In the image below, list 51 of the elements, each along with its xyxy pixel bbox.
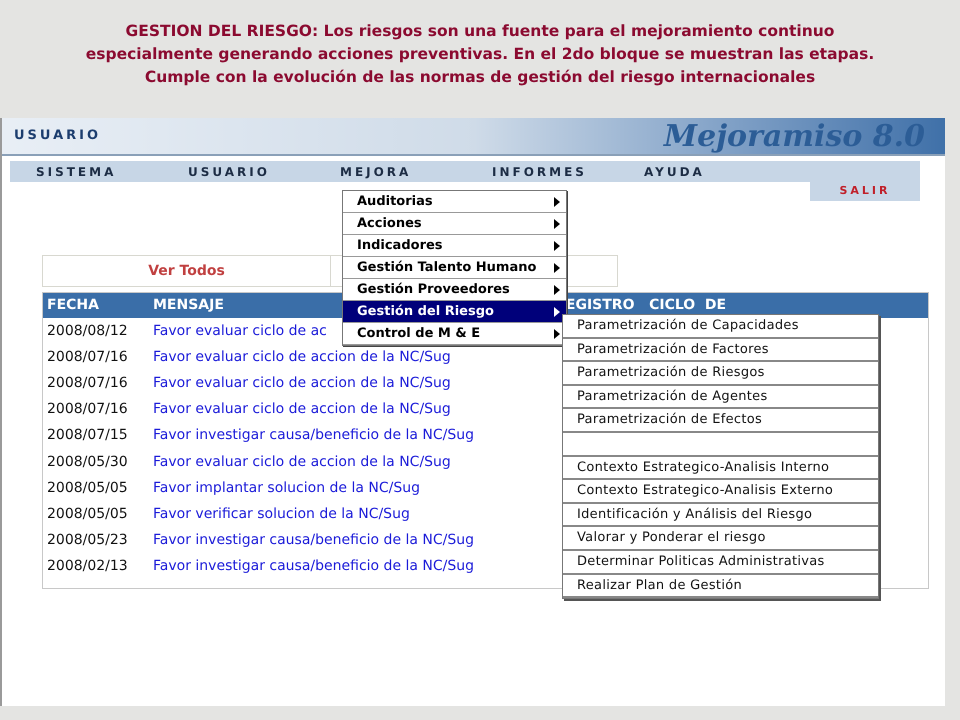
date-cell-text: 2008/05/30 bbox=[46, 452, 129, 472]
message-link[interactable]: Favor investigar causa/beneficio de la NC/Sug bbox=[153, 530, 474, 552]
column-header: MENSAJE bbox=[153, 296, 224, 315]
submenu-arrow-icon bbox=[554, 306, 560, 316]
menu-bar-item[interactable]: USUARIO bbox=[162, 162, 314, 180]
submenu-item[interactable]: Valorar y Ponderar el riesgo bbox=[563, 527, 878, 551]
column-header: EGISTRO CICLO DE bbox=[566, 296, 726, 315]
exit-button[interactable]: SALIR bbox=[810, 182, 920, 201]
menu-bar-item[interactable]: SISTEMA bbox=[10, 162, 162, 180]
submenu-arrow-icon bbox=[554, 262, 560, 272]
message-link[interactable]: Favor evaluar ciclo de accion de la NC/Sug bbox=[153, 346, 451, 368]
submenu-item[interactable]: Parametrización de Efectos bbox=[563, 409, 878, 433]
submenu-item[interactable]: Contexto Estrategico-Analisis Interno bbox=[563, 456, 878, 480]
view-all-link[interactable]: Ver Todos bbox=[43, 256, 331, 286]
dropdown-menu-item[interactable]: Gestión del Riesgo bbox=[343, 301, 566, 323]
date-cell-text: 2008/08/12 bbox=[46, 322, 129, 341]
submenu-item[interactable]: Determinar Politicas Administrativas bbox=[563, 550, 878, 575]
date-cell-text: 2008/05/05 bbox=[46, 478, 129, 498]
submenu-item[interactable]: Parametrización de Capacidades bbox=[563, 315, 878, 339]
submenu-arrow-icon bbox=[554, 196, 560, 206]
message-link[interactable]: Favor evaluar ciclo de accion de la NC/Sug bbox=[153, 399, 451, 420]
date-cell-text: 2008/07/15 bbox=[46, 426, 129, 446]
message-link[interactable]: Favor verificar solucion de la NC/Sug bbox=[153, 504, 410, 525]
submenu-arrow-icon bbox=[554, 240, 560, 250]
message-link[interactable]: Favor implantar solucion de la NC/Sug bbox=[153, 478, 420, 499]
submenu-arrow-icon bbox=[554, 218, 560, 228]
date-cell-text: 2008/07/16 bbox=[46, 348, 129, 367]
message-link[interactable]: Favor evaluar ciclo de accion de la NC/Sug bbox=[153, 372, 451, 394]
date-cell-text: 2008/05/05 bbox=[46, 504, 129, 524]
submenu-arrow-icon bbox=[554, 284, 560, 294]
submenu-item[interactable]: Parametrización de Riesgos bbox=[563, 362, 878, 386]
message-link[interactable]: Favor investigar causa/beneficio de la NC/Sug bbox=[153, 425, 474, 446]
submenu-item[interactable]: Identificación y Análisis del Riesgo bbox=[563, 504, 878, 528]
submenu-item[interactable]: Parametrización de Factores bbox=[563, 338, 878, 362]
message-link[interactable]: Favor evaluar ciclo de ac bbox=[153, 320, 327, 342]
date-cell-text: 2008/02/13 bbox=[46, 557, 129, 576]
date-cell-text: 2008/07/16 bbox=[46, 374, 129, 393]
user-label: USUARIO bbox=[14, 127, 102, 146]
menu-bar-item[interactable]: MEJORA bbox=[314, 162, 466, 180]
column-header: FECHA bbox=[46, 296, 100, 315]
submenu-item[interactable]: Parametrización de Agentes bbox=[563, 386, 878, 410]
submenu-arrow-icon bbox=[554, 328, 560, 338]
slide-title: GESTION DEL RIESGO: Los riesgos son una fuente para el mejoramiento continuo especialmente generando acciones preventivas. En el 2do bloque se muestran las etapas. Cumple con la evolución de las normas de gestión del riesgo internacionales bbox=[84, 21, 876, 88]
submenu-item[interactable]: Contexto Estrategico-Analisis Externo bbox=[563, 480, 878, 504]
date-cell-text: 2008/07/16 bbox=[46, 400, 129, 420]
message-link[interactable]: Favor evaluar ciclo de accion de la NC/Sug bbox=[153, 452, 451, 473]
message-link[interactable]: Favor investigar causa/beneficio de la NC/Sug bbox=[153, 556, 474, 578]
date-cell-text: 2008/05/23 bbox=[46, 531, 129, 550]
menu-bar-item[interactable]: INFORMES bbox=[466, 162, 618, 180]
menu-bar-item[interactable]: AYUDA bbox=[618, 162, 770, 180]
submenu-item[interactable]: Realizar Plan de Gestión bbox=[563, 574, 878, 598]
